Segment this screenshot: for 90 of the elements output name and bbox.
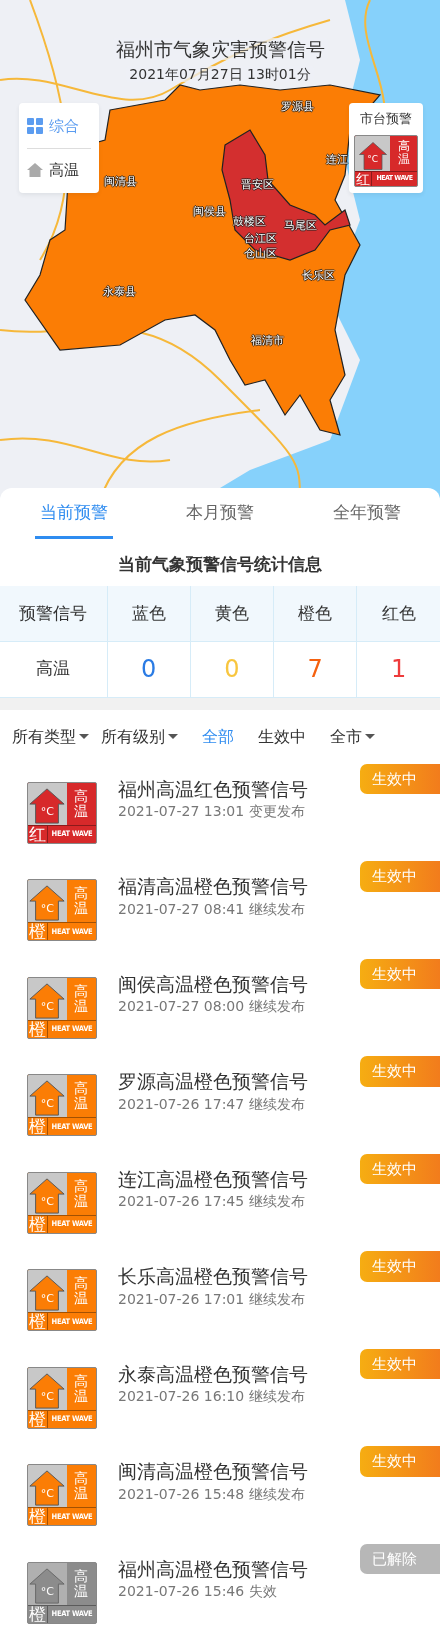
city-warning-label: 市台预警 [359,110,413,128]
tab[interactable]: 本月预警 [181,500,260,536]
sign-grade-label: 橙 [28,1020,48,1038]
sign-type-label: 高温 [74,983,89,1014]
unit-label: °C [39,1488,55,1500]
warning-time: 2021-07-26 17:45 继续发布 [118,1192,306,1212]
status-badge: 生效中 [360,861,440,892]
region-label: 闽清县 [103,173,137,190]
region-label: 闽侯县 [192,203,226,220]
count-cell: 0 [190,641,274,697]
unit-label: °C [366,155,380,165]
region-label: 晋安区 [240,176,274,193]
sign-type-label: 高温 [74,1471,89,1501]
filter-button[interactable]: 所有级别 [95,724,184,749]
filter-button[interactable]: 全市 [324,724,381,749]
count-cell: 7 [273,641,357,697]
stats-title: 当前气象预警信号统计信息 [117,553,323,576]
sign-grade-label: 橙 [28,1215,48,1233]
count-cell: 0 [107,641,191,697]
status-badge: 已解除 [360,1543,440,1574]
house-icon [356,140,389,171]
status-badge: 生效中 [360,1446,440,1477]
sign-type-label: 高温 [397,140,410,166]
warning-time: 2021-07-26 15:46 失效 [118,1582,278,1602]
status-badge: 生效中 [360,1348,440,1379]
sign-grade-label: 红 [28,825,48,843]
warning-time: 2021-07-27 08:00 继续发布 [118,997,306,1017]
sign-type-label: 高温 [74,886,89,916]
warning-time: 2021-07-26 15:48 继续发布 [118,1484,306,1504]
warning-time: 2021-07-26 17:01 继续发布 [118,1289,306,1309]
region-label: 鼓楼区 [232,213,266,230]
status-badge: 生效中 [360,1056,440,1087]
sign-type-label: 高温 [74,1373,89,1404]
sign-type-label: 高温 [74,1178,89,1209]
sign-type-label: 高温 [74,1081,89,1111]
status-badge: 生效中 [360,1251,440,1282]
region-label: 马尾区 [283,217,317,234]
warning-title: 福州高温红色预警信号 [118,777,309,802]
region-label: 永泰县 [102,283,136,300]
sign-grade-label: 红 [355,171,372,186]
sign-grade-label: 橙 [28,1118,48,1135]
tab[interactable]: 全年预警 [327,500,406,536]
sign-grade-label: 橙 [28,1605,48,1623]
column-header: 橙色 [273,586,357,641]
sign-type-label: 高温 [74,788,89,819]
unit-label: °C [39,1293,55,1305]
column-header: 预警信号 [0,586,107,641]
unit-label: °C [39,1585,55,1597]
sign-grade-label: 橙 [28,923,48,940]
warning-title: 闽侯高温橙色预警信号 [118,972,309,997]
region-label: 台江区 [243,230,277,247]
unit-label: °C [39,903,55,915]
unit-label: °C [39,1390,55,1402]
warning-time: 2021-07-27 13:01 变更发布 [118,802,306,822]
layer-button[interactable]: 高温 [27,152,79,187]
sign-grade-label: 橙 [28,1508,48,1525]
column-header: 红色 [356,586,440,641]
status-badge: 生效中 [360,763,440,794]
column-header: 蓝色 [107,586,191,641]
filter-button[interactable]: 所有类型 [6,724,95,749]
warning-title: 长乐高温橙色预警信号 [118,1265,309,1289]
unit-label: °C [39,1000,55,1012]
sign-grade-label: 橙 [28,1313,48,1330]
warning-time: 2021-07-27 08:41 继续发布 [118,899,306,919]
warning-title: 福州高温橙色预警信号 [118,1557,309,1582]
sign-type-label: 高温 [74,1568,89,1599]
unit-label: °C [39,1098,55,1110]
region-label: 长乐区 [301,267,335,284]
warning-time: 2021-07-26 16:10 继续发布 [118,1387,306,1407]
warning-title: 闽清高温橙色预警信号 [118,1460,309,1484]
filter-button[interactable]: 全部 [196,724,240,749]
region-label: 罗源县 [280,98,314,115]
house-icon [27,161,43,178]
warning-title: 连江高温橙色预警信号 [118,1167,309,1192]
warning-time: 2021-07-26 17:47 继续发布 [118,1094,306,1114]
status-badge: 生效中 [360,1153,440,1184]
sign-grade-label: 橙 [28,1410,48,1428]
warning-title: 福清高温橙色预警信号 [118,875,309,899]
table-cell: 高温 [0,641,107,697]
region-label: 福清市 [250,332,284,349]
column-header: 黄色 [190,586,274,641]
unit-label: °C [39,805,55,817]
status-badge: 生效中 [360,958,440,989]
warning-title: 永泰高温橙色预警信号 [118,1362,309,1387]
unit-label: °C [39,1195,55,1207]
warning-title: 罗源高温橙色预警信号 [118,1070,309,1094]
tab[interactable]: 当前预警 [35,500,114,539]
sign-type-label: 高温 [74,1276,89,1306]
filter-button[interactable]: 生效中 [252,724,312,749]
grid-icon [27,118,43,135]
